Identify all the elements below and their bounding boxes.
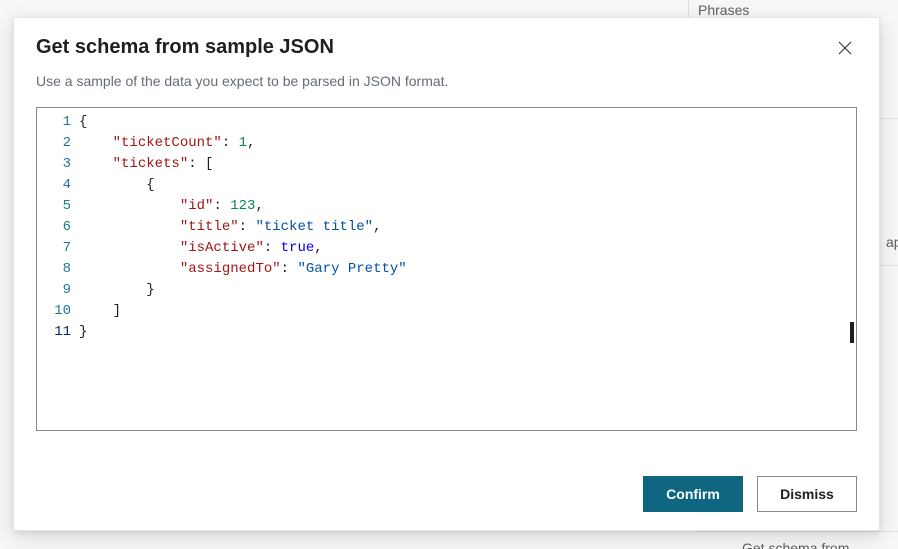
background-divider xyxy=(696,531,898,532)
line-number: 1 xyxy=(37,112,71,133)
json-editor[interactable]: 1234567891011 { "ticketCount": 1, "ticke… xyxy=(36,107,857,431)
line-number: 11 xyxy=(37,322,71,343)
code-line: } xyxy=(79,322,856,343)
background-divider xyxy=(688,0,689,17)
code-line: ] xyxy=(79,301,856,322)
code-line: "id": 123, xyxy=(79,196,856,217)
line-number: 6 xyxy=(37,217,71,238)
line-number: 7 xyxy=(37,238,71,259)
background-text-bottom: Get schema from xyxy=(742,540,849,549)
background-text-right: ap xyxy=(886,234,898,250)
code-line: { xyxy=(79,175,856,196)
dialog-title: Get schema from sample JSON xyxy=(36,36,857,59)
background-text-top: Phrases xyxy=(698,2,749,18)
dialog-header: Get schema from sample JSON xyxy=(14,18,879,73)
background-divider xyxy=(880,265,898,266)
confirm-button[interactable]: Confirm xyxy=(643,476,743,512)
code-line: } xyxy=(79,280,856,301)
code-line: "tickets": [ xyxy=(79,154,856,175)
code-line: "title": "ticket title", xyxy=(79,217,856,238)
dialog-subtitle: Use a sample of the data you expect to b… xyxy=(14,73,879,107)
schema-dialog: Get schema from sample JSON Use a sample… xyxy=(13,17,880,531)
code-line: { xyxy=(79,112,856,133)
close-button[interactable] xyxy=(833,36,857,60)
editor-code[interactable]: { "ticketCount": 1, "tickets": [ { "id":… xyxy=(79,108,856,430)
line-number: 5 xyxy=(37,196,71,217)
close-icon xyxy=(838,41,852,55)
dismiss-button[interactable]: Dismiss xyxy=(757,476,857,512)
dialog-footer: Confirm Dismiss xyxy=(14,431,879,530)
line-number: 8 xyxy=(37,259,71,280)
line-number: 4 xyxy=(37,175,71,196)
code-line: "ticketCount": 1, xyxy=(79,133,856,154)
line-number: 2 xyxy=(37,133,71,154)
line-number: 9 xyxy=(37,280,71,301)
line-number: 3 xyxy=(37,154,71,175)
background-divider xyxy=(880,118,898,119)
code-line: "assignedTo": "Gary Pretty" xyxy=(79,259,856,280)
line-number: 10 xyxy=(37,301,71,322)
editor-gutter: 1234567891011 xyxy=(37,108,79,430)
editor-cursor xyxy=(850,322,854,343)
code-line: "isActive": true, xyxy=(79,238,856,259)
